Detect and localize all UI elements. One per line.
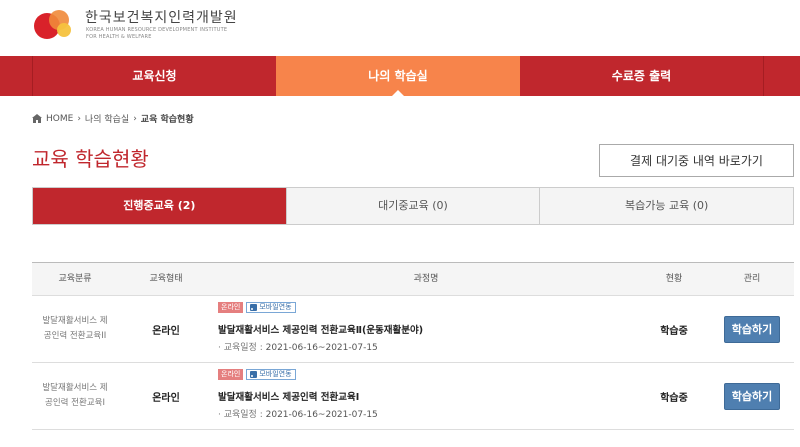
tab-review[interactable]: 복습가능 교육 (0) (539, 188, 794, 224)
mobile-badge-label: 모바일연동 (259, 369, 292, 378)
breadcrumb-home[interactable]: HOME (46, 114, 73, 124)
course-badges: 온라인 모바일연동 (218, 301, 296, 313)
course-category-line: 발달재활서비스 제 (42, 383, 108, 393)
course-category-line: 발달재활서비스 제 (42, 316, 108, 326)
course-cell: 온라인 모바일연동 발달재활서비스 제공인력 전환교육Ⅱ(운동재활분야) · 교… (214, 296, 638, 363)
logo-icon[interactable] (30, 6, 76, 40)
course-status: 학습중 (660, 325, 688, 337)
tab-waiting[interactable]: 대기중교육 (0) (285, 188, 540, 224)
course-status: 학습중 (660, 392, 688, 404)
study-button[interactable]: 학습하기 (724, 382, 780, 410)
logo-subtitle: KOREA HUMAN RESOURCE DEVELOPMENT INSTITU… (86, 27, 228, 33)
pending-payment-button[interactable]: 결제 대기중 내역 바로가기 (599, 144, 794, 177)
header-course: 과정명 (413, 274, 439, 284)
logo-subtitle-2: FOR HEALTH & WELFARE (86, 34, 152, 40)
site-header: 한국보건복지인력개발원 KOREA HUMAN RESOURCE DEVELOP… (0, 0, 800, 56)
course-name[interactable]: 발달재활서비스 제공인력 전환교육Ⅰ (218, 389, 359, 403)
mobile-badge: 모바일연동 (246, 301, 296, 313)
home-icon (32, 114, 42, 123)
schedule-label: · 교육일정 : (218, 342, 263, 353)
breadcrumb: HOME › 나의 학습실 › 교육 학습현황 (32, 112, 194, 125)
table-header: 교육분류 교육형태 과정명 현황 관리 (32, 262, 794, 296)
course-category: 발달재활서비스 제 공인력 전환교육I (32, 381, 118, 411)
breadcrumb-current: 교육 학습현황 (140, 115, 194, 125)
study-button[interactable]: 학습하기 (724, 315, 780, 343)
breadcrumb-separator: › (133, 113, 137, 124)
tab-in-progress[interactable]: 진행중교육 (2) (33, 188, 286, 224)
breadcrumb-my-learning[interactable]: 나의 학습실 (85, 112, 129, 125)
breadcrumb-separator: › (77, 113, 81, 124)
course-category-line: 공인력 전환교육I (45, 398, 105, 408)
rss-icon (250, 370, 258, 378)
table-row: 발달재활서비스 제 공인력 전환교육I 온라인 온라인 모바일연동 발달재활서비… (32, 363, 794, 430)
logo-title[interactable]: 한국보건복지인력개발원 (85, 7, 238, 27)
course-name[interactable]: 발달재활서비스 제공인력 전환교육Ⅱ(운동재활분야) (218, 322, 423, 336)
online-badge: 온라인 (218, 368, 244, 380)
page-title: 교육 학습현황 (32, 147, 149, 171)
course-badges: 온라인 모바일연동 (218, 368, 296, 380)
header-category: 교육분류 (58, 274, 92, 284)
nav-active-caret (392, 90, 404, 96)
course-action: 학습하기 (710, 315, 794, 343)
table-row: 발달재활서비스 제 공인력 전환교육II 온라인 온라인 모바일연동 발달재활서… (32, 296, 794, 363)
schedule-label: · 교육일정 : (218, 409, 263, 420)
course-schedule: · 교육일정 : 2021-06-16~2021-07-15 (218, 340, 378, 353)
online-badge: 온라인 (218, 301, 244, 313)
course-cell: 온라인 모바일연동 발달재활서비스 제공인력 전환교육Ⅰ · 교육일정 : 20… (214, 363, 638, 430)
schedule-value: 2021-06-16~2021-07-15 (265, 409, 378, 420)
course-table: 교육분류 교육형태 과정명 현황 관리 발달재활서비스 제 공인력 전환교육II… (32, 262, 794, 430)
header-manage: 관리 (743, 274, 761, 284)
header-status: 현황 (665, 274, 683, 284)
course-schedule: · 교육일정 : 2021-06-16~2021-07-15 (218, 407, 378, 420)
course-type: 온라인 (152, 325, 180, 337)
mobile-badge: 모바일연동 (246, 368, 296, 380)
nav-item-course-apply[interactable]: 교육신청 (32, 56, 276, 96)
rss-icon (250, 303, 258, 311)
header-type: 교육형태 (149, 274, 183, 284)
nav-item-certificate[interactable]: 수료증 출력 (520, 56, 764, 96)
course-action: 학습하기 (710, 382, 794, 410)
schedule-value: 2021-06-16~2021-07-15 (265, 342, 378, 353)
course-category: 발달재활서비스 제 공인력 전환교육II (32, 314, 118, 344)
course-type: 온라인 (152, 392, 180, 404)
status-tabs: 진행중교육 (2) 대기중교육 (0) 복습가능 교육 (0) (32, 187, 794, 225)
mobile-badge-label: 모바일연동 (259, 302, 292, 311)
course-category-line: 공인력 전환교육II (43, 331, 107, 341)
